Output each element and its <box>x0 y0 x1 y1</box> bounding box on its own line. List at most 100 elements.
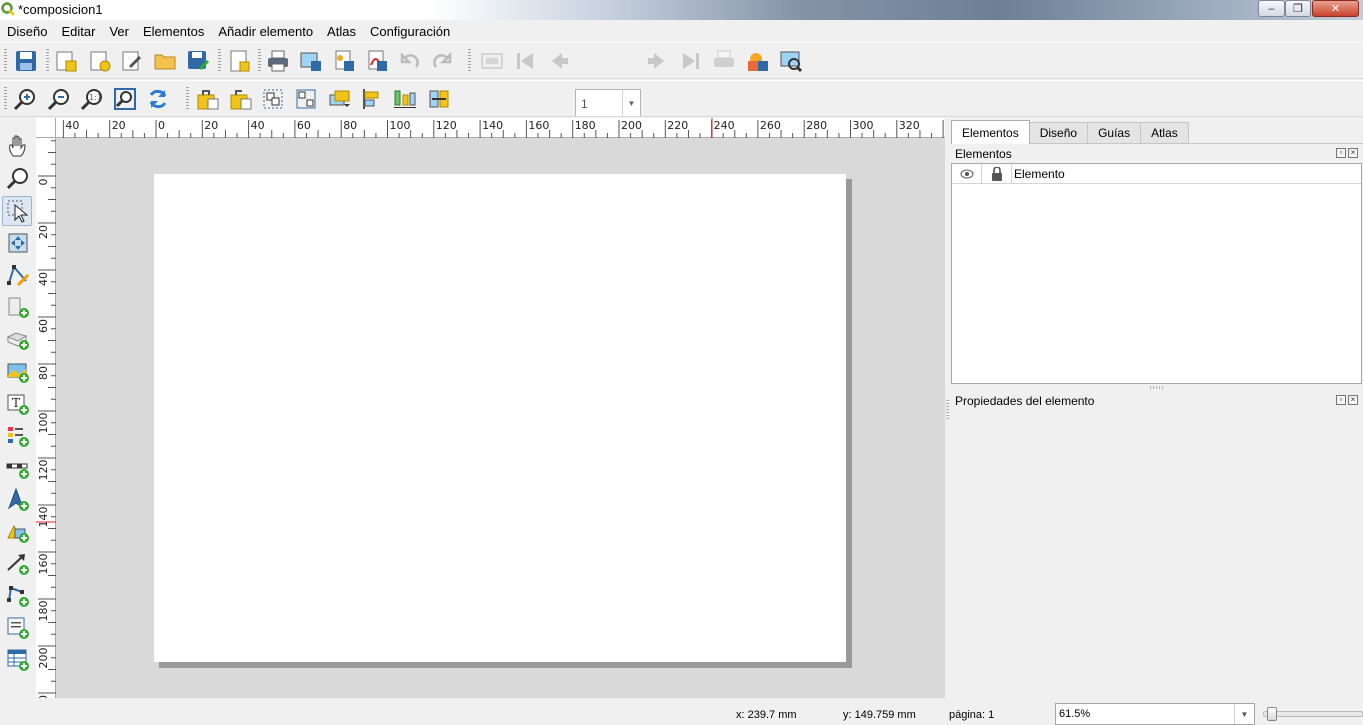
ruler-label: 20 <box>204 119 218 132</box>
zoom-tool-icon[interactable] <box>6 166 30 190</box>
resize-items-icon[interactable] <box>427 87 451 111</box>
export-atlas-icon[interactable] <box>746 49 770 73</box>
add-shape-icon[interactable] <box>6 520 30 544</box>
add-scalebar-icon[interactable] <box>6 456 30 480</box>
zoom-slider-handle[interactable] <box>1267 707 1277 721</box>
add-page-icon[interactable] <box>227 49 251 73</box>
menu-anadir-elemento[interactable]: Añadir elemento <box>218 24 313 39</box>
add-legend-icon[interactable] <box>6 424 30 448</box>
minimize-button[interactable]: ‒ <box>1258 0 1285 17</box>
zoom-out-icon[interactable] <box>47 87 71 111</box>
align-left-icon[interactable] <box>360 87 384 111</box>
print-icon[interactable] <box>266 49 290 73</box>
zoom-combobox[interactable]: 61.5% ▼ <box>1055 703 1255 725</box>
element-column-label: Elemento <box>1014 167 1065 181</box>
add-html-icon[interactable] <box>6 616 30 640</box>
export-image-icon[interactable] <box>299 49 323 73</box>
tab-diseno[interactable]: Diseño <box>1028 122 1089 143</box>
group-items-icon[interactable] <box>261 87 285 111</box>
add-arrow-icon[interactable] <box>6 552 30 576</box>
panel-splitter[interactable] <box>1150 386 1164 389</box>
menu-atlas[interactable]: Atlas <box>327 24 356 39</box>
add-map-icon[interactable] <box>6 295 30 319</box>
add-picture-icon[interactable] <box>6 360 30 384</box>
menu-configuracion[interactable]: Configuración <box>370 24 450 39</box>
element-column-header[interactable]: Elemento <box>1012 164 1361 184</box>
menu-diseno[interactable]: Diseño <box>7 24 47 39</box>
ruler-label: 20 <box>37 695 50 698</box>
visibility-column-header[interactable] <box>952 164 982 184</box>
vertical-ruler[interactable]: 0 20 40 60 80 100 120 140 160 180 200 20 <box>36 138 56 709</box>
add-label-icon[interactable]: T <box>6 392 30 416</box>
float-panel-icon[interactable]: ▫ <box>1336 395 1346 405</box>
zoom-in-icon[interactable] <box>13 87 37 111</box>
ungroup-items-icon[interactable] <box>294 87 318 111</box>
tab-atlas[interactable]: Atlas <box>1140 122 1189 143</box>
undo-icon[interactable] <box>398 49 422 73</box>
composer-manager-icon[interactable] <box>120 49 144 73</box>
add-3d-map-icon[interactable] <box>6 327 30 351</box>
add-nodes-icon[interactable] <box>6 584 30 608</box>
raise-items-icon[interactable] <box>328 87 352 111</box>
new-composer-icon[interactable] <box>54 49 78 73</box>
close-panel-icon[interactable]: × <box>1348 148 1358 158</box>
zoom-value: 61.5% <box>1059 708 1091 720</box>
lock-column-header[interactable] <box>982 164 1012 184</box>
ruler-label: 40 <box>37 272 50 286</box>
menu-ver[interactable]: Ver <box>109 24 129 39</box>
open-folder-icon[interactable] <box>153 49 177 73</box>
previous-feature-icon[interactable] <box>546 49 570 73</box>
print-atlas-icon[interactable] <box>712 49 736 73</box>
select-arrow-icon[interactable] <box>6 199 30 223</box>
ruler-label: 120 <box>436 119 457 132</box>
maximize-button[interactable]: ❐ <box>1285 0 1311 17</box>
duplicate-composer-icon[interactable] <box>88 49 112 73</box>
distribute-icon[interactable] <box>393 87 417 111</box>
export-svg-icon[interactable] <box>332 49 356 73</box>
ruler-label: 280 <box>806 119 827 132</box>
ruler-label: 40 <box>251 119 265 132</box>
toolbar-grip[interactable] <box>218 49 221 73</box>
first-feature-icon[interactable] <box>513 49 537 73</box>
add-north-arrow-icon[interactable] <box>6 488 30 512</box>
toolbar-grip[interactable] <box>4 49 7 73</box>
ruler-label: 180 <box>37 601 50 622</box>
close-button[interactable]: ✕ <box>1312 0 1359 17</box>
next-feature-icon[interactable] <box>646 49 670 73</box>
horizontal-ruler[interactable]: 40 20 0 20 40 60 80 100 120 140 160 180 200 220 240 260… <box>56 118 945 138</box>
layout-page[interactable] <box>154 174 846 662</box>
add-table-icon[interactable] <box>6 648 30 672</box>
zoom-slider[interactable] <box>1263 707 1363 721</box>
last-feature-icon[interactable] <box>679 49 703 73</box>
ruler-label: 40 <box>65 119 79 132</box>
dock-splitter[interactable] <box>946 400 949 420</box>
tab-elementos[interactable]: Elementos <box>951 120 1030 144</box>
move-content-icon[interactable] <box>6 231 30 255</box>
unlock-items-icon[interactable] <box>229 87 253 111</box>
menu-elementos[interactable]: Elementos <box>143 24 204 39</box>
ruler-label: 140 <box>37 507 50 528</box>
atlas-settings-icon[interactable] <box>779 49 803 73</box>
zoom-full-icon[interactable] <box>113 87 137 111</box>
chevron-down-icon[interactable]: ▼ <box>1234 704 1254 724</box>
menu-editar[interactable]: Editar <box>61 24 95 39</box>
tab-guias[interactable]: Guías <box>1087 122 1142 143</box>
redo-icon[interactable] <box>430 49 454 73</box>
toolbar-grip[interactable] <box>186 87 189 111</box>
toolbar-grip[interactable] <box>468 49 471 73</box>
pan-hand-icon[interactable] <box>6 134 30 158</box>
close-panel-icon[interactable]: × <box>1348 395 1358 405</box>
toolbar-grip[interactable] <box>258 49 261 73</box>
toolbar-grip[interactable] <box>46 49 49 73</box>
refresh-icon[interactable] <box>146 87 170 111</box>
save-template-icon[interactable] <box>186 49 210 73</box>
export-pdf-icon[interactable] <box>365 49 389 73</box>
lock-items-icon[interactable] <box>196 87 220 111</box>
float-panel-icon[interactable]: ▫ <box>1336 148 1346 158</box>
zoom-actual-icon[interactable]: 1:1 <box>80 87 104 111</box>
save-icon[interactable] <box>14 49 38 73</box>
items-tree[interactable]: Elemento <box>951 163 1362 384</box>
edit-nodes-icon[interactable] <box>6 263 30 287</box>
atlas-preview-icon[interactable] <box>480 49 504 73</box>
toolbar-grip[interactable] <box>4 87 7 111</box>
